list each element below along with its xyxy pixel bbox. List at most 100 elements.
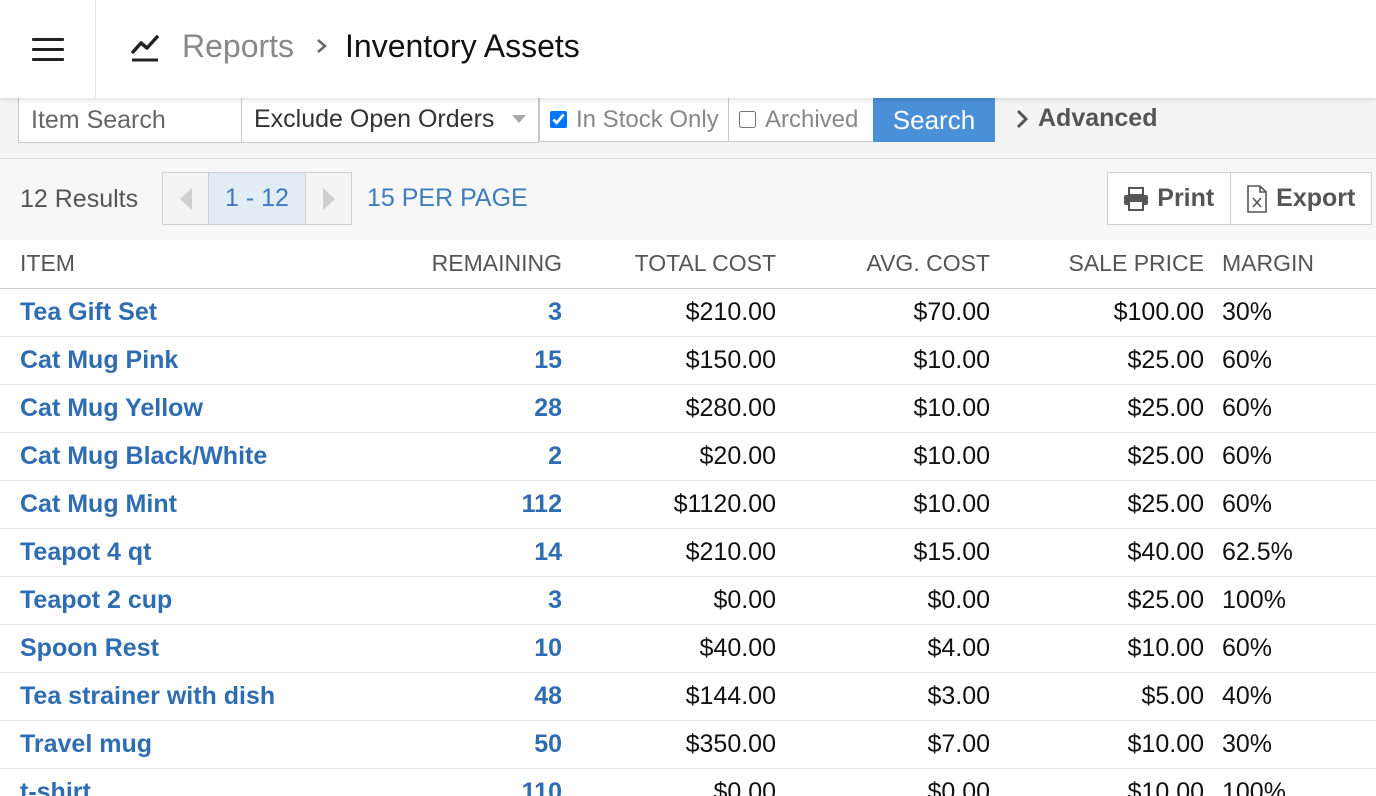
avg-cost-cell: $10.00 — [776, 384, 990, 433]
item-name-link[interactable]: Cat Mug Black/White — [0, 432, 380, 481]
avg-cost-cell: $10.00 — [776, 432, 990, 481]
chevron-right-icon — [317, 39, 327, 53]
total-cost-cell: $1120.00 — [562, 480, 776, 529]
table-row: Cat Mug Pink 15 $150.00 $10.00 $25.00 60% — [0, 336, 1376, 385]
export-button[interactable]: Export — [1231, 173, 1371, 224]
breadcrumb-reports-link[interactable]: Reports — [182, 28, 294, 65]
remaining-qty-link[interactable]: 48 — [380, 672, 562, 721]
table-row: Teapot 4 qt 14 $210.00 $15.00 $40.00 62.5% — [0, 528, 1376, 577]
avg-cost-cell: $0.00 — [776, 768, 990, 796]
column-header-avg-cost[interactable]: AVG. COST — [776, 240, 990, 289]
next-page-button[interactable] — [305, 173, 351, 224]
table-row: Tea Gift Set 3 $210.00 $70.00 $100.00 30% — [0, 288, 1376, 337]
triangle-left-icon — [179, 187, 192, 210]
advanced-label: Advanced — [1038, 104, 1158, 132]
column-header-total-cost[interactable]: TOTAL COST — [562, 240, 776, 289]
item-name-link[interactable]: Spoon Rest — [0, 624, 380, 673]
advanced-filters-toggle[interactable]: Advanced — [1014, 104, 1157, 133]
remaining-qty-link[interactable]: 50 — [380, 720, 562, 769]
sale-price-cell: $25.00 — [990, 384, 1204, 433]
in-stock-only-label: In Stock Only — [576, 105, 719, 133]
in-stock-only-checkbox[interactable] — [550, 111, 567, 128]
inventory-table: ITEM REMAINING TOTAL COST AVG. COST SALE… — [0, 240, 1376, 796]
result-count: 12 Results — [20, 185, 139, 213]
sale-price-cell: $10.00 — [990, 624, 1204, 673]
total-cost-cell: $150.00 — [562, 336, 776, 385]
margin-cell: 60% — [1204, 336, 1376, 385]
item-name-link[interactable]: Cat Mug Mint — [0, 480, 380, 529]
item-search-input[interactable] — [18, 98, 242, 143]
results-toolbar: 12 Results 1 - 12 15 PER PAGE Print Expo… — [0, 159, 1376, 240]
avg-cost-cell: $0.00 — [776, 576, 990, 625]
remaining-qty-link[interactable]: 14 — [380, 528, 562, 577]
filter-bar: Exclude Open Orders In Stock Only Archiv… — [0, 98, 1376, 159]
inventory-table-container[interactable]: ITEM REMAINING TOTAL COST AVG. COST SALE… — [0, 240, 1376, 796]
in-stock-only-toggle[interactable]: In Stock Only — [539, 98, 729, 142]
remaining-qty-link[interactable]: 15 — [380, 336, 562, 385]
hamburger-menu-button[interactable] — [0, 0, 96, 98]
avg-cost-cell: $3.00 — [776, 672, 990, 721]
column-header-margin[interactable]: MARGIN — [1204, 240, 1376, 289]
item-name-link[interactable]: Teapot 4 qt — [0, 528, 380, 577]
caret-down-icon — [512, 115, 526, 123]
margin-cell: 60% — [1204, 480, 1376, 529]
remaining-qty-link[interactable]: 3 — [380, 288, 562, 337]
margin-cell: 62.5% — [1204, 528, 1376, 577]
item-name-link[interactable]: Travel mug — [0, 720, 380, 769]
total-cost-cell: $144.00 — [562, 672, 776, 721]
sale-price-cell: $5.00 — [990, 672, 1204, 721]
total-cost-cell: $280.00 — [562, 384, 776, 433]
item-name-link[interactable]: Tea strainer with dish — [0, 672, 380, 721]
total-cost-cell: $350.00 — [562, 720, 776, 769]
margin-cell: 30% — [1204, 288, 1376, 337]
avg-cost-cell: $15.00 — [776, 528, 990, 577]
avg-cost-cell: $70.00 — [776, 288, 990, 337]
remaining-qty-link[interactable]: 3 — [380, 576, 562, 625]
item-name-link[interactable]: Cat Mug Yellow — [0, 384, 380, 433]
per-page-selector[interactable]: 15 PER PAGE — [367, 184, 528, 213]
remaining-qty-link[interactable]: 10 — [380, 624, 562, 673]
archived-checkbox[interactable] — [739, 111, 756, 128]
open-orders-select[interactable]: Exclude Open Orders — [241, 98, 539, 143]
item-name-link[interactable]: Tea Gift Set — [0, 288, 380, 337]
sale-price-cell: $100.00 — [990, 288, 1204, 337]
remaining-qty-link[interactable]: 112 — [380, 480, 562, 529]
table-row: t-shirt 110 $0.00 $0.00 $10.00 100% — [0, 768, 1376, 796]
remaining-qty-link[interactable]: 2 — [380, 432, 562, 481]
item-name-link[interactable]: t-shirt — [0, 768, 380, 796]
margin-cell: 60% — [1204, 624, 1376, 673]
column-header-remaining[interactable]: REMAINING — [380, 240, 562, 289]
margin-cell: 40% — [1204, 672, 1376, 721]
avg-cost-cell: $10.00 — [776, 480, 990, 529]
sale-price-cell: $25.00 — [990, 432, 1204, 481]
page-range: 1 - 12 — [209, 173, 305, 224]
previous-page-button[interactable] — [163, 173, 209, 224]
sale-price-cell: $40.00 — [990, 528, 1204, 577]
sale-price-cell: $25.00 — [990, 336, 1204, 385]
sale-price-cell: $25.00 — [990, 480, 1204, 529]
table-row: Cat Mug Mint 112 $1120.00 $10.00 $25.00 60% — [0, 480, 1376, 529]
avg-cost-cell: $7.00 — [776, 720, 990, 769]
margin-cell: 60% — [1204, 384, 1376, 433]
total-cost-cell: $210.00 — [562, 528, 776, 577]
page-title: Inventory Assets — [345, 28, 580, 64]
pagination: 1 - 12 — [162, 172, 352, 225]
item-name-link[interactable]: Cat Mug Pink — [0, 336, 380, 385]
table-row: Travel mug 50 $350.00 $7.00 $10.00 30% — [0, 720, 1376, 769]
column-header-item[interactable]: ITEM — [0, 240, 380, 289]
search-button[interactable]: Search — [873, 98, 995, 142]
avg-cost-cell: $10.00 — [776, 336, 990, 385]
table-row: Spoon Rest 10 $40.00 $4.00 $10.00 60% — [0, 624, 1376, 673]
margin-cell: 60% — [1204, 432, 1376, 481]
margin-cell: 100% — [1204, 768, 1376, 796]
item-name-link[interactable]: Teapot 2 cup — [0, 576, 380, 625]
line-chart-icon — [131, 35, 159, 62]
print-button[interactable]: Print — [1108, 173, 1231, 224]
total-cost-cell: $0.00 — [562, 768, 776, 796]
archived-toggle[interactable]: Archived — [728, 98, 874, 142]
margin-cell: 30% — [1204, 720, 1376, 769]
remaining-qty-link[interactable]: 110 — [380, 768, 562, 796]
column-header-sale-price[interactable]: SALE PRICE — [990, 240, 1204, 289]
margin-cell: 100% — [1204, 576, 1376, 625]
remaining-qty-link[interactable]: 28 — [380, 384, 562, 433]
